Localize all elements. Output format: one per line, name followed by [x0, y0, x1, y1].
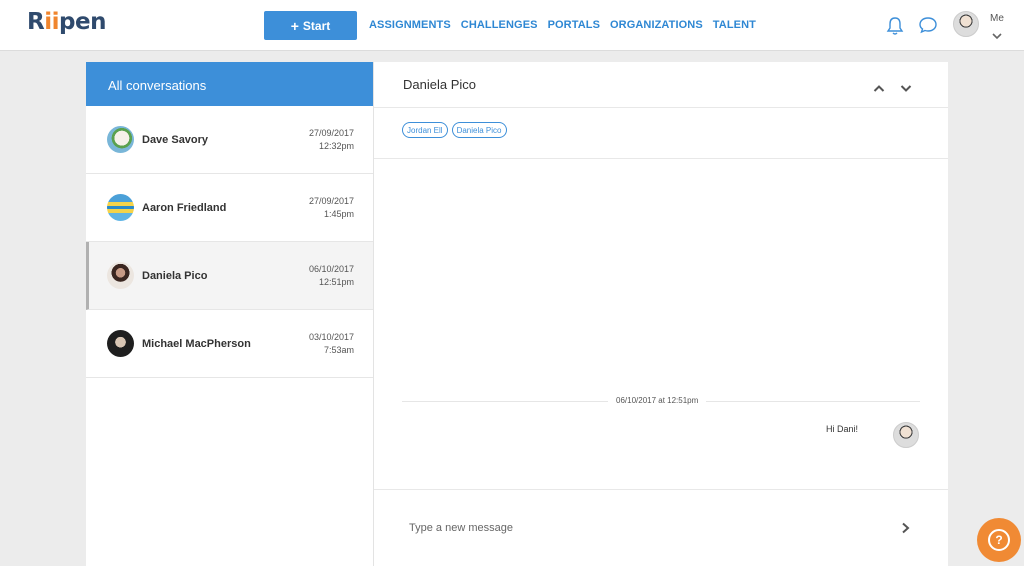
conversation-list-title: All conversations: [86, 62, 373, 106]
me-label[interactable]: Me: [990, 13, 1004, 24]
riipen-logo[interactable]: Riipen: [27, 9, 106, 35]
conversation-name: Aaron Friedland: [142, 202, 227, 214]
main-nav: ASSIGNMENTS CHALLENGES PORTALS ORGANIZAT…: [369, 19, 756, 31]
conversation-name: Dave Savory: [142, 134, 209, 146]
send-chevron-icon[interactable]: [901, 521, 910, 539]
chevron-down-icon[interactable]: [992, 27, 1002, 45]
conversation-list: All conversations Dave Savory 27/09/2017…: [86, 62, 374, 566]
conversation-date: 27/09/2017 1:45pm: [308, 196, 354, 219]
avatar: [107, 126, 134, 153]
help-button[interactable]: ?: [977, 518, 1021, 562]
chevron-down-icon[interactable]: [900, 80, 912, 98]
nav-organizations[interactable]: ORGANIZATIONS: [610, 19, 703, 31]
start-button[interactable]: + Start: [264, 11, 357, 40]
thread-view: Daniela Pico Jordan Ell Daniela Pico 06/…: [374, 62, 948, 566]
message-timestamp: 06/10/2017 at 12:51pm: [608, 396, 707, 405]
nav-talent[interactable]: TALENT: [713, 19, 756, 31]
avatar: [107, 330, 134, 357]
thread-title: Daniela Pico: [403, 77, 476, 92]
nav-portals[interactable]: PORTALS: [548, 19, 600, 31]
bell-icon[interactable]: [886, 16, 904, 41]
conversation-item-active[interactable]: Daniela Pico 06/10/2017 12:51pm: [86, 242, 373, 310]
participant-tags: Jordan Ell Daniela Pico: [374, 108, 948, 159]
message-composer: [374, 489, 948, 566]
thread-header: Daniela Pico: [374, 62, 948, 108]
participant-tag[interactable]: Daniela Pico: [451, 122, 507, 138]
top-navbar: Riipen + Start ASSIGNMENTS CHALLENGES PO…: [0, 0, 1024, 51]
plus-icon: +: [290, 17, 299, 34]
conversation-date: 03/10/2017 7:53am: [308, 332, 354, 355]
conversation-item[interactable]: Dave Savory 27/09/2017 12:32pm: [86, 106, 373, 174]
user-avatar[interactable]: [953, 11, 979, 37]
conversation-name: Michael MacPherson: [142, 338, 251, 350]
messages-panel: All conversations Dave Savory 27/09/2017…: [86, 62, 948, 566]
message-input[interactable]: [409, 516, 869, 540]
nav-assignments[interactable]: ASSIGNMENTS: [369, 19, 451, 31]
conversation-item[interactable]: Aaron Friedland 27/09/2017 1:45pm: [86, 174, 373, 242]
participant-tag[interactable]: Jordan Ell: [402, 122, 448, 138]
conversation-date: 27/09/2017 12:32pm: [308, 128, 354, 151]
avatar: [107, 194, 134, 221]
question-icon: ?: [988, 529, 1010, 551]
avatar: [107, 262, 134, 289]
conversation-date: 06/10/2017 12:51pm: [308, 264, 354, 287]
chevron-up-icon[interactable]: [873, 80, 885, 98]
nav-challenges[interactable]: CHALLENGES: [461, 19, 538, 31]
message-text: Hi Dani!: [825, 424, 858, 434]
conversation-item[interactable]: Michael MacPherson 03/10/2017 7:53am: [86, 310, 373, 378]
start-button-label: Start: [302, 18, 331, 33]
chat-icon[interactable]: [918, 16, 938, 39]
conversation-name: Daniela Pico: [142, 270, 208, 282]
sender-avatar: [893, 422, 919, 448]
